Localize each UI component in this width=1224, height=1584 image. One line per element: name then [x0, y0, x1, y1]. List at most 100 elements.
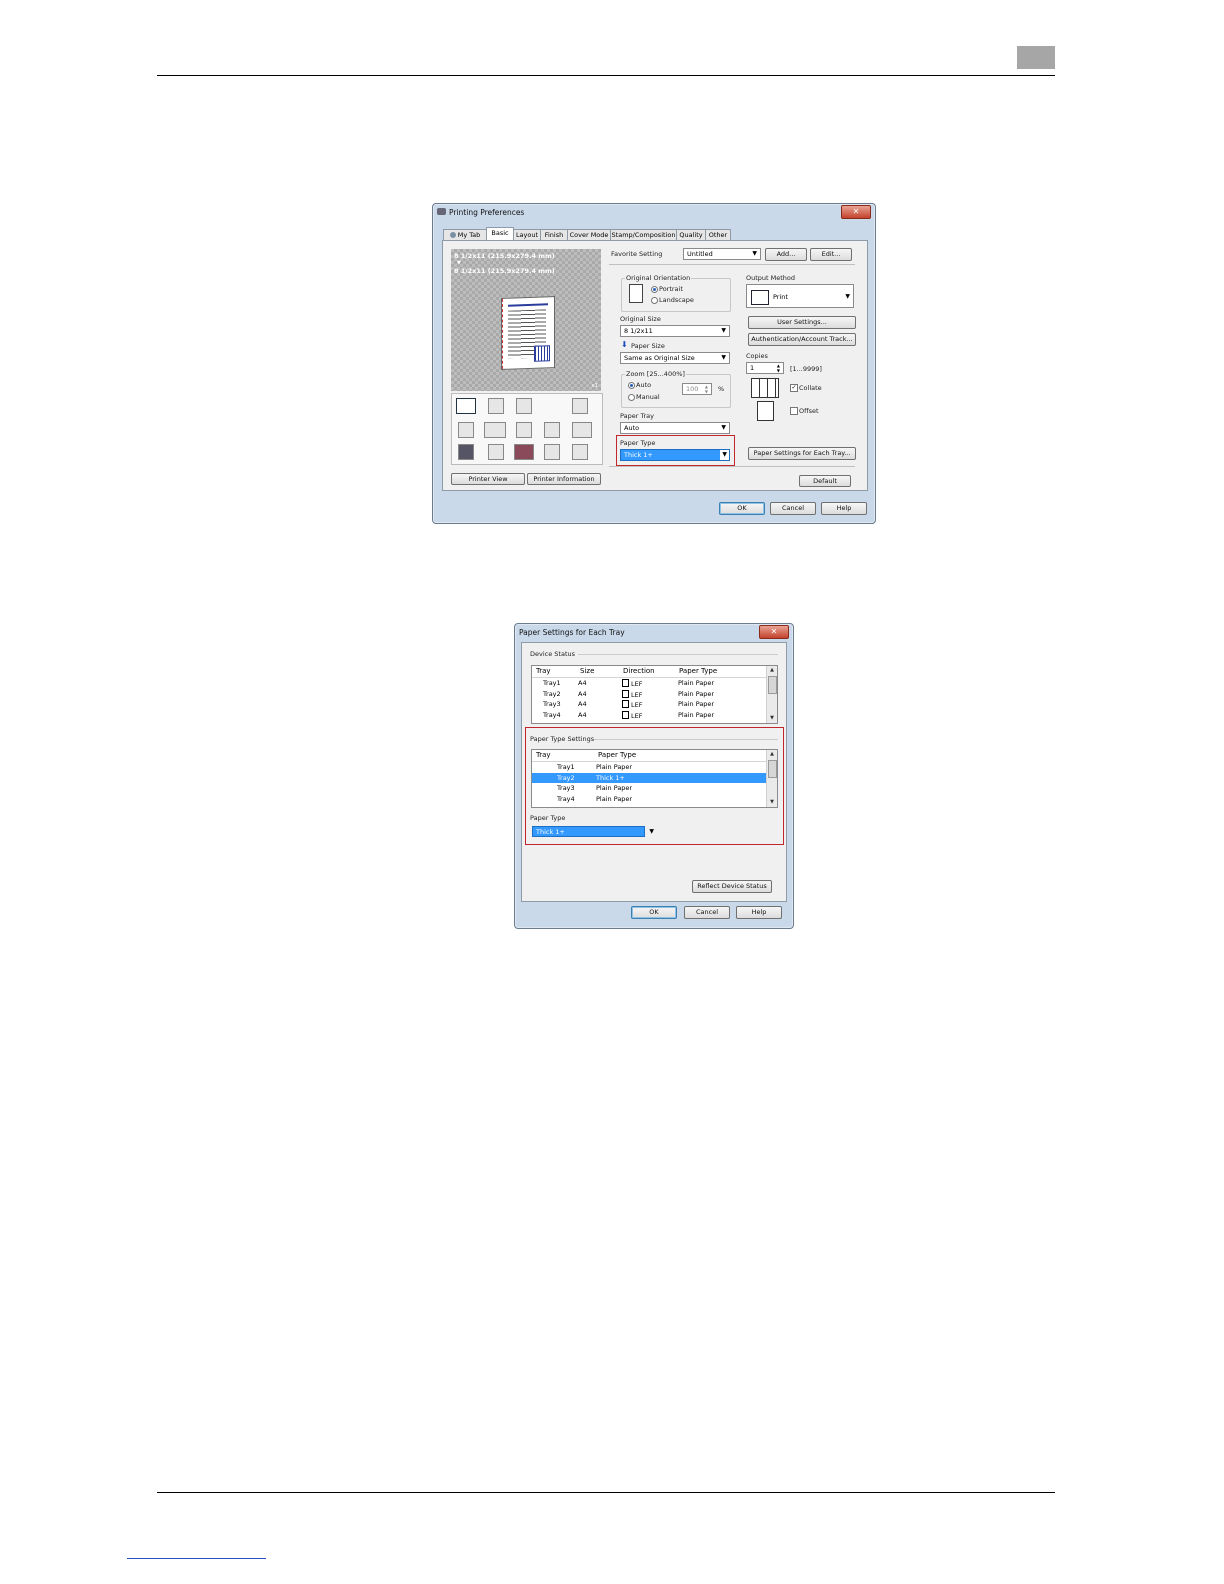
chapter-tab-marker [1017, 46, 1055, 69]
dialog-client: Device Status Tray Size Direction Paper … [521, 642, 787, 902]
help-button[interactable]: Help [821, 502, 867, 515]
window-title: Printing Preferences [449, 207, 525, 217]
cancel-button[interactable]: Cancel [770, 502, 816, 515]
tray-cell: Tray4 [543, 710, 561, 719]
tray-cell: Tray2 [543, 689, 561, 698]
portrait-radio[interactable] [651, 286, 658, 293]
account-icon[interactable] [514, 444, 534, 460]
my-tab-icon [449, 232, 456, 238]
tab-label: Other [708, 231, 728, 239]
authentication-account-track-button[interactable]: Authentication/Account Track... [748, 333, 856, 346]
tab-label: Finish [544, 231, 564, 239]
chevron-down-icon: ▼ [721, 354, 726, 361]
preview-page-icon [501, 296, 555, 370]
zoom-auto-label: Auto [636, 381, 652, 389]
paper-size-label: Paper Size [631, 342, 665, 350]
landscape-radio[interactable] [651, 297, 658, 304]
size-cell: A4 [578, 679, 587, 687]
original-size-select[interactable]: 8 1/2x11 ▼ [620, 325, 730, 337]
user-icon[interactable] [488, 444, 504, 460]
default-button[interactable]: Default [799, 475, 851, 487]
collate-icon [751, 378, 779, 398]
ok-button[interactable]: OK [719, 502, 765, 515]
page-icon [622, 710, 629, 719]
output-method-select[interactable]: Print ▼ [746, 284, 854, 308]
tab-panel-basic: 8 1/2x11 (215.9x279.4 mm) ▼ 8 1/2x11 (21… [442, 240, 868, 491]
page-icon[interactable] [488, 398, 504, 414]
footer-link-underline[interactable] [127, 1558, 266, 1559]
close-button[interactable]: ✕ [759, 625, 789, 639]
scroll-thumb[interactable] [768, 676, 777, 694]
device-status-list[interactable]: Tray Size Direction Paper Type Tray1 A4 … [531, 665, 778, 724]
scroll-up-icon[interactable]: ▲ [767, 666, 777, 675]
copies-label: Copies [746, 352, 768, 360]
table-row[interactable]: Tray1 A4 LEF Plain Paper [532, 678, 767, 689]
add-button[interactable]: Add... [765, 248, 807, 261]
multi-page-icon[interactable] [516, 398, 532, 414]
portrait-label: Portrait [659, 285, 683, 293]
scroll-down-icon[interactable]: ▼ [767, 714, 777, 723]
paper-tray-select[interactable]: Auto ▼ [620, 422, 730, 434]
size-cell: A4 [578, 710, 587, 719]
color-page-icon[interactable] [458, 444, 474, 460]
direction-cell: LEF [622, 679, 642, 688]
paper-tray-value: Auto [624, 424, 640, 432]
tab-label: Cover Mode [569, 231, 609, 239]
window-title: Paper Settings for Each Tray [519, 627, 625, 637]
collate-checkbox[interactable]: ✓ [790, 384, 798, 392]
vertical-scrollbar[interactable]: ▲ ▼ [766, 666, 777, 723]
favorite-setting-select[interactable]: Untitled ▼ [683, 248, 761, 260]
paper-size-select[interactable]: Same as Original Size ▼ [620, 352, 730, 364]
zoom-unit: % [718, 385, 725, 393]
combine-icon[interactable] [458, 422, 474, 438]
zoom-manual-radio[interactable] [628, 394, 635, 401]
paper-type-settings-callout [525, 727, 784, 845]
paper-settings-for-each-tray-button[interactable]: Paper Settings for Each Tray... [748, 447, 856, 460]
blank-page-icon[interactable] [572, 444, 588, 460]
overlay-icon[interactable] [544, 444, 560, 460]
table-row[interactable]: Tray3 A4 LEF Plain Paper [532, 699, 767, 710]
spin-arrows-icon: ▲ ▼ [704, 384, 708, 394]
list-header: Tray Size Direction Paper Type [532, 666, 767, 678]
output-print-icon[interactable] [456, 398, 476, 414]
staple-icon[interactable] [572, 422, 592, 438]
paper-tray-label: Paper Tray [620, 412, 654, 420]
tab-label: Quality [679, 231, 703, 239]
help-button[interactable]: Help [736, 906, 782, 919]
offset-label: Offset [799, 407, 819, 415]
print-output-icon [751, 290, 769, 305]
favorite-setting-value: Untitled [687, 250, 713, 258]
reflect-device-status-button[interactable]: Reflect Device Status [692, 880, 772, 893]
title-bar: Paper Settings for Each Tray ✕ [515, 624, 793, 640]
rotate-icon[interactable] [572, 398, 588, 414]
zoom-value-stepper[interactable]: 100 ▲ ▼ [682, 383, 712, 395]
column-header: Direction [623, 667, 655, 675]
tab-basic[interactable]: Basic [486, 227, 514, 241]
zoom-manual-label: Manual [636, 393, 660, 401]
stamp-a-icon[interactable] [516, 422, 532, 438]
duplex-icon[interactable] [484, 422, 506, 438]
cancel-button[interactable]: Cancel [684, 906, 730, 919]
printer-view-button[interactable]: Printer View [451, 473, 525, 485]
preview-paper-size: 8 1/2x11 (215.9x279.4 mm) [454, 267, 555, 275]
footer-rule [157, 1492, 1055, 1493]
original-size-label: Original Size [620, 315, 661, 323]
zoom-auto-radio[interactable] [628, 382, 635, 389]
original-size-value: 8 1/2x11 [624, 327, 653, 335]
paper-type-cell: Plain Paper [678, 700, 715, 708]
copies-stepper[interactable]: 1 ▲ ▼ [746, 362, 784, 374]
printer-icon [437, 208, 446, 215]
booklet-icon[interactable] [544, 422, 560, 438]
copies-value: 1 [750, 364, 755, 372]
ok-button[interactable]: OK [631, 906, 677, 919]
edit-button[interactable]: Edit... [810, 248, 852, 261]
direction-cell: LEF [622, 689, 642, 699]
table-row[interactable]: Tray4 A4 LEF Plain Paper [532, 710, 767, 721]
close-button[interactable]: ✕ [841, 205, 871, 219]
user-settings-button[interactable]: User Settings... [748, 316, 856, 329]
portrait-page-icon [629, 284, 643, 303]
printer-information-button[interactable]: Printer Information [527, 473, 601, 485]
table-row[interactable]: Tray2 A4 LEF Plain Paper [532, 689, 767, 700]
collate-label: Collate [799, 384, 822, 392]
offset-checkbox[interactable] [790, 407, 798, 415]
